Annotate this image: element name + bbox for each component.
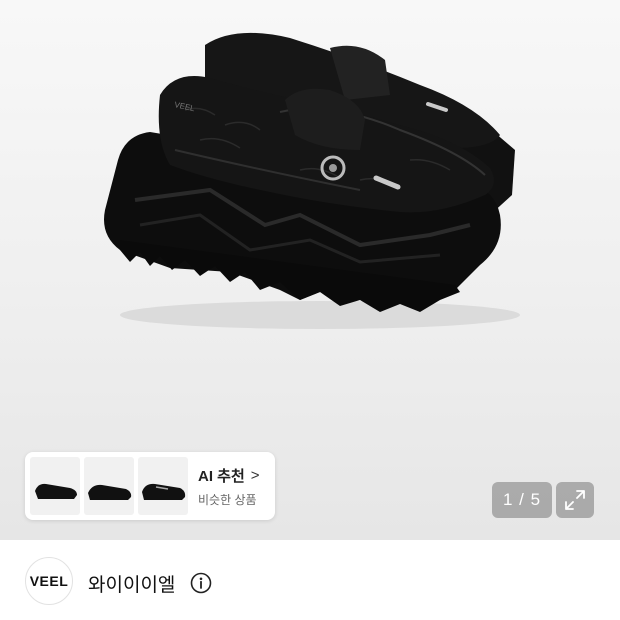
- image-counter: 1 / 5: [492, 482, 552, 518]
- ai-recommend-subtitle: 비슷한 상품: [198, 492, 257, 507]
- ai-recommend-title: AI 추천: [198, 467, 245, 485]
- expand-button[interactable]: [556, 482, 594, 518]
- similar-product-thumbnail[interactable]: [138, 457, 188, 515]
- chevron-right-icon: >: [250, 466, 260, 484]
- expand-icon: [565, 490, 585, 510]
- shoe-thumbnail-icon: [142, 483, 186, 500]
- brand-name[interactable]: 와이이이엘: [88, 570, 175, 597]
- product-image-gallery[interactable]: VEEL AI 추천 > 비슷한 상품 1 / 5: [0, 0, 620, 540]
- info-icon[interactable]: [190, 572, 212, 594]
- similar-product-thumbnail[interactable]: [84, 457, 134, 515]
- ai-recommend-card[interactable]: AI 추천 > 비슷한 상품: [25, 452, 275, 520]
- brand-logo-avatar[interactable]: VEEL: [25, 557, 73, 605]
- shoe-thumbnail-icon: [35, 483, 77, 499]
- brand-bar[interactable]: VEEL 와이이이엘: [0, 540, 620, 620]
- shoe-thumbnail-icon: [88, 484, 132, 500]
- ai-recommend-text[interactable]: AI 추천 > 비슷한 상품: [198, 465, 260, 508]
- similar-product-thumbnail[interactable]: [30, 457, 80, 515]
